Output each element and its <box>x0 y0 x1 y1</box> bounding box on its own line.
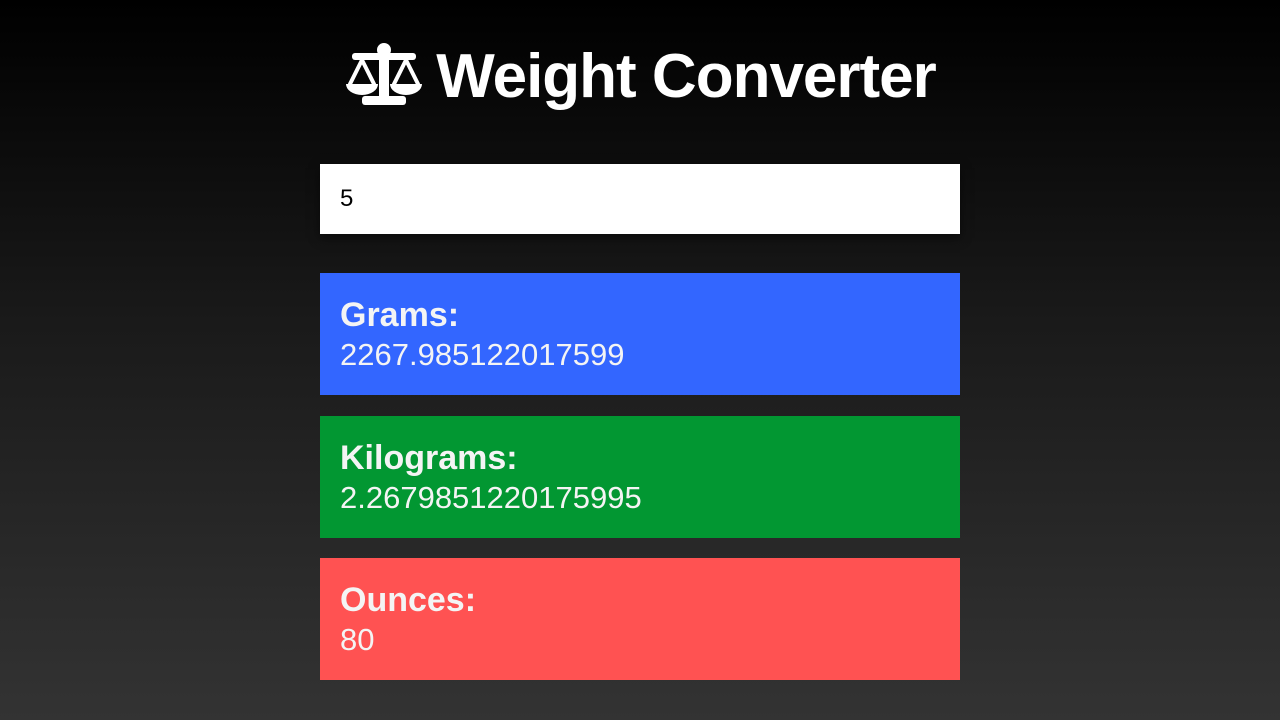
pounds-input[interactable] <box>320 164 960 234</box>
kilograms-result-card: Kilograms: 2.2679851220175995 <box>320 416 960 538</box>
grams-label: Grams: <box>340 296 460 334</box>
balance-scale-icon <box>346 43 423 105</box>
grams-result-card: Grams: 2267.985122017599 <box>320 273 960 395</box>
ounces-result-card: Ounces: 80 <box>320 558 960 680</box>
kilograms-value: 2.2679851220175995 <box>340 480 642 515</box>
page-title: Weight Converter <box>436 41 937 111</box>
kilograms-label: Kilograms: <box>340 439 518 477</box>
pounds-input-container <box>320 164 960 234</box>
ounces-label: Ounces: <box>340 581 477 619</box>
app-header: Weight Converter <box>0 36 1280 116</box>
ounces-value: 80 <box>340 622 375 657</box>
grams-value: 2267.985122017599 <box>340 337 625 372</box>
